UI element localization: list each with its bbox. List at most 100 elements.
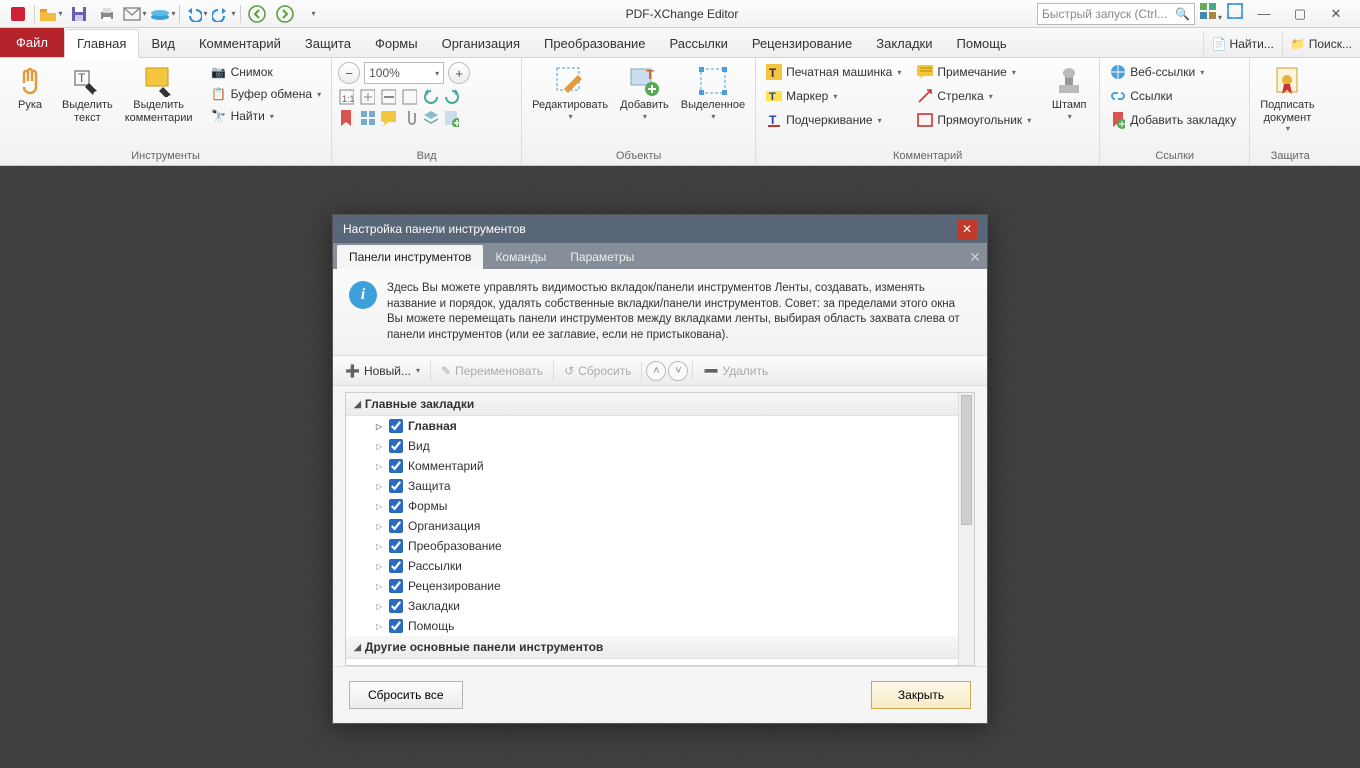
fit-visible-icon[interactable] xyxy=(401,89,417,105)
tab-review[interactable]: Рецензирование xyxy=(740,30,864,57)
edit-button[interactable]: Редактировать▾ xyxy=(528,62,612,124)
undo-icon[interactable]: ▾ xyxy=(182,2,210,26)
tree-item[interactable]: ▷Защита xyxy=(346,476,974,496)
tree-section-other[interactable]: ◢Другие основные панели инструментов xyxy=(346,636,974,659)
snapshot-button[interactable]: 📷Снимок xyxy=(207,62,326,82)
zoom-out-button[interactable]: − xyxy=(338,62,360,84)
fit-page-icon[interactable] xyxy=(359,89,375,105)
tree-checkbox[interactable] xyxy=(389,619,403,633)
note-button[interactable]: Примечание▾ xyxy=(913,62,1035,82)
tab-help[interactable]: Помощь xyxy=(945,30,1019,57)
tab-comment[interactable]: Комментарий xyxy=(187,30,293,57)
tree-checkbox[interactable] xyxy=(389,479,403,493)
tree-item[interactable]: ▷Организация xyxy=(346,516,974,536)
tree-checkbox[interactable] xyxy=(389,519,403,533)
tree-item[interactable]: ▷Формы xyxy=(346,496,974,516)
rename-button[interactable]: ✎Переименовать xyxy=(435,361,549,381)
tree-checkbox[interactable] xyxy=(389,559,403,573)
tab-forms[interactable]: Формы xyxy=(363,30,430,57)
find-button[interactable]: 📄Найти... xyxy=(1203,31,1282,57)
zoom-in-button[interactable]: + xyxy=(448,62,470,84)
select-comments-tool[interactable]: Выделить комментарии xyxy=(121,62,197,127)
qat-customize-icon[interactable]: ▾ xyxy=(299,2,327,26)
sign-button[interactable]: Подписать документ▾ xyxy=(1256,62,1318,136)
weblinks-button[interactable]: Веб-ссылки▾ xyxy=(1106,62,1240,82)
arrow-button[interactable]: Стрелка▾ xyxy=(913,86,1035,106)
tab-main[interactable]: Главная xyxy=(64,29,139,58)
zoom-input[interactable]: 100%▾ xyxy=(364,62,444,84)
open-icon[interactable]: ▾ xyxy=(37,2,65,26)
links-button[interactable]: Ссылки xyxy=(1106,86,1240,106)
highlight-button[interactable]: TМаркер▾ xyxy=(762,86,905,106)
add-button[interactable]: TДобавить▾ xyxy=(616,62,673,124)
tree-section-main[interactable]: ◢Главные закладки xyxy=(346,393,974,416)
tab-view[interactable]: Вид xyxy=(139,30,187,57)
scan-icon[interactable]: ▾ xyxy=(149,2,177,26)
tree-item[interactable]: ▷Вид xyxy=(346,436,974,456)
tree-item[interactable]: ▷Преобразование xyxy=(346,536,974,556)
attachments-icon[interactable] xyxy=(401,110,417,126)
tab-protect[interactable]: Защита xyxy=(293,30,363,57)
tab-mail[interactable]: Рассылки xyxy=(657,30,739,57)
tree-item[interactable]: ▷Рассылки xyxy=(346,556,974,576)
move-up-button[interactable]: ˄ xyxy=(646,361,666,381)
fit-width-icon[interactable] xyxy=(380,89,396,105)
rotate-cw-icon[interactable] xyxy=(443,89,459,105)
dialog-tab-params[interactable]: Параметры xyxy=(558,245,646,269)
tree-checkbox[interactable] xyxy=(389,439,403,453)
dialog-tab-toolbars[interactable]: Панели инструментов xyxy=(337,245,483,269)
close-dialog-button[interactable]: Закрыть xyxy=(871,681,971,709)
tree-checkbox[interactable] xyxy=(389,579,403,593)
nav-back-icon[interactable] xyxy=(243,2,271,26)
tree-scrollbar[interactable] xyxy=(958,393,974,665)
redo-icon[interactable]: ▾ xyxy=(210,2,238,26)
search-button[interactable]: 📁Поиск... xyxy=(1282,31,1360,57)
thumbnails-icon[interactable] xyxy=(359,110,375,126)
dialog-tabs-close-icon[interactable]: ✕ xyxy=(963,245,987,269)
stamp-button[interactable]: Штамп▾ xyxy=(1045,62,1093,124)
addbookmark-button[interactable]: Добавить закладку xyxy=(1106,110,1240,130)
tree-checkbox[interactable] xyxy=(389,459,403,473)
tree-item[interactable]: ▷Закладки xyxy=(346,596,974,616)
close-button[interactable]: ✕ xyxy=(1320,2,1352,26)
comments-pane-icon[interactable] xyxy=(380,110,396,126)
tree-item[interactable]: ▷Рецензирование xyxy=(346,576,974,596)
tree-item[interactable]: ▷Главная xyxy=(346,416,974,436)
move-down-button[interactable]: ˅ xyxy=(668,361,688,381)
quick-launch-input[interactable]: Быстрый запуск (Ctrl...🔍 xyxy=(1037,3,1195,25)
tab-file[interactable]: Файл xyxy=(0,28,64,57)
minimize-button[interactable]: — xyxy=(1248,2,1280,26)
maximize-button[interactable]: ▢ xyxy=(1284,2,1316,26)
rect-button[interactable]: Прямоугольник▾ xyxy=(913,110,1035,130)
hand-tool[interactable]: Рука xyxy=(6,62,54,115)
print-icon[interactable] xyxy=(93,2,121,26)
tree-checkbox[interactable] xyxy=(389,539,403,553)
rotate-ccw-icon[interactable] xyxy=(422,89,438,105)
typewriter-button[interactable]: TПечатная машинка▾ xyxy=(762,62,905,82)
scrollbar-thumb[interactable] xyxy=(961,395,972,525)
reset-all-button[interactable]: Сбросить все xyxy=(349,681,463,709)
bookmark-icon[interactable] xyxy=(338,110,354,126)
tab-bookmarks[interactable]: Закладки xyxy=(864,30,944,57)
reset-button[interactable]: ↺Сбросить xyxy=(558,361,637,381)
select-text-tool[interactable]: TВыделить текст xyxy=(58,62,117,127)
fullscreen-icon[interactable] xyxy=(1226,2,1244,25)
find-tool-button[interactable]: 🔭Найти▾ xyxy=(207,106,326,126)
app-icon[interactable] xyxy=(4,2,32,26)
ui-options-icon[interactable]: ▾ xyxy=(1199,2,1222,25)
tree-checkbox[interactable] xyxy=(389,599,403,613)
tab-organize[interactable]: Организация xyxy=(430,30,532,57)
new-toolbar-button[interactable]: ➕Новый...▾ xyxy=(339,361,426,381)
layers-icon[interactable] xyxy=(422,110,438,126)
actual-size-icon[interactable]: 1:1 xyxy=(338,89,354,105)
tree-checkbox[interactable] xyxy=(389,419,403,433)
email-icon[interactable]: ▾ xyxy=(121,2,149,26)
tree-item[interactable]: ▷Помощь xyxy=(346,616,974,636)
nav-fwd-icon[interactable] xyxy=(271,2,299,26)
add-pane-icon[interactable] xyxy=(443,110,459,126)
dialog-close-button[interactable]: ✕ xyxy=(957,219,977,239)
dialog-tab-commands[interactable]: Команды xyxy=(483,245,558,269)
clipboard-button[interactable]: 📋Буфер обмена▾ xyxy=(207,84,326,104)
selected-button[interactable]: Выделенное▾ xyxy=(677,62,749,124)
tree-item[interactable]: ▷Комментарий xyxy=(346,456,974,476)
